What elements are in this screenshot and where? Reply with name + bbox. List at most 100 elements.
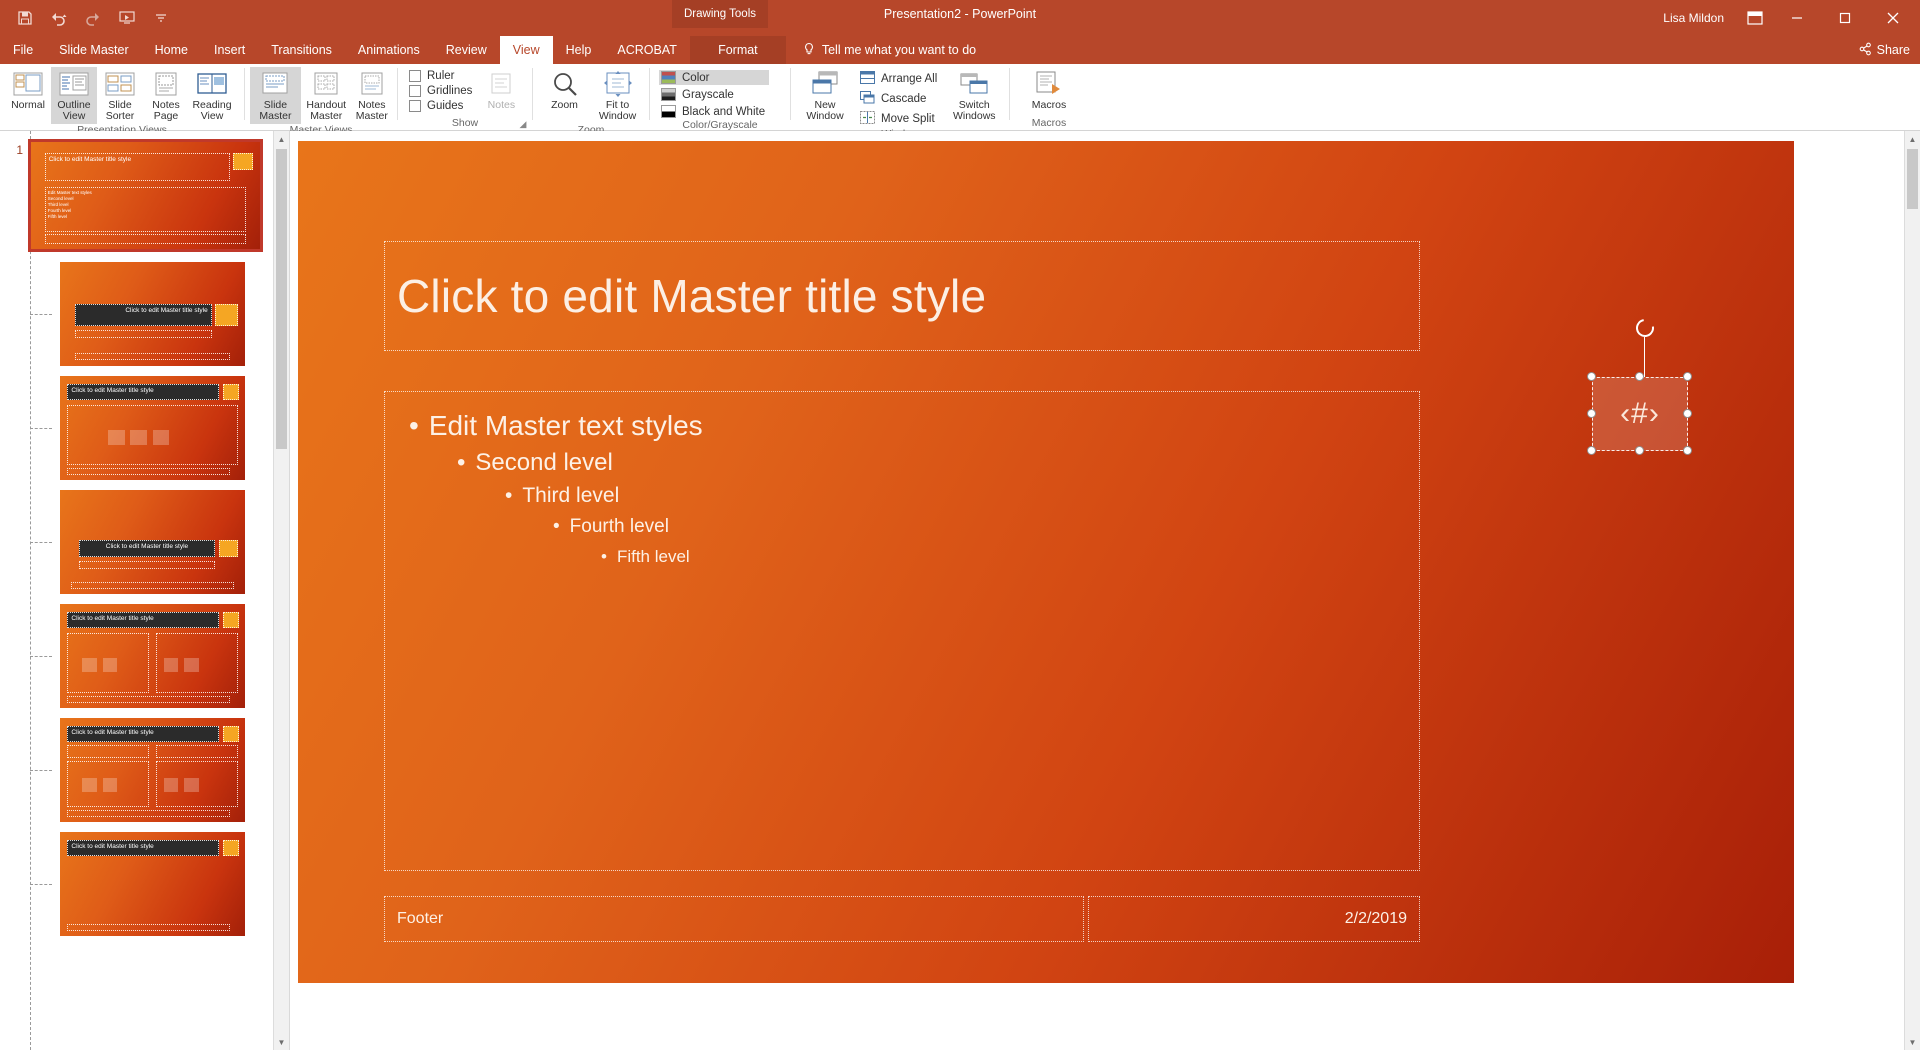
thumbnail-row-layout-3[interactable]: Click to edit Master title style bbox=[0, 490, 273, 594]
slide-thumbnail-pane[interactable]: 1 Click to edit Master title style Edit … bbox=[0, 131, 290, 1050]
slide-master-icon bbox=[260, 69, 290, 99]
tab-insert[interactable]: Insert bbox=[201, 36, 258, 64]
resize-handle-bottom-left[interactable] bbox=[1587, 446, 1596, 455]
start-from-beginning-icon[interactable] bbox=[112, 3, 142, 33]
save-icon[interactable] bbox=[10, 3, 40, 33]
thumbnail-layout-title-slide[interactable]: Click to edit Master title style bbox=[60, 262, 245, 366]
tab-slide-master[interactable]: Slide Master bbox=[46, 36, 141, 64]
resize-handle-middle-right[interactable] bbox=[1683, 409, 1692, 418]
move-split-icon bbox=[860, 111, 875, 127]
resize-handle-bottom-center[interactable] bbox=[1635, 446, 1644, 455]
canvas-scroll-down-icon[interactable]: ▼ bbox=[1905, 1034, 1920, 1050]
undo-icon[interactable] bbox=[44, 3, 74, 33]
customize-quick-access-toolbar-icon[interactable] bbox=[146, 3, 176, 33]
thumbnail-scrollbar-thumb[interactable] bbox=[276, 149, 287, 449]
ruler-checkbox-row[interactable]: Ruler bbox=[409, 70, 472, 82]
resize-handle-top-right[interactable] bbox=[1683, 372, 1692, 381]
canvas-scrollbar[interactable]: ▲ ▼ bbox=[1904, 131, 1920, 1050]
footer-placeholder[interactable]: Footer bbox=[384, 896, 1084, 942]
ruler-checkbox[interactable] bbox=[409, 70, 421, 82]
notes-master-button[interactable]: Notes Master bbox=[352, 67, 392, 124]
canvas-scroll-up-icon[interactable]: ▲ bbox=[1905, 131, 1920, 147]
slide-master-button[interactable]: Slide Master bbox=[250, 67, 301, 124]
body-level-3-text: Third level bbox=[522, 484, 620, 507]
normal-view-label-1: Normal bbox=[11, 99, 45, 111]
restore-button[interactable] bbox=[1822, 1, 1868, 35]
color-mode-color[interactable]: Color bbox=[659, 70, 770, 85]
guides-checkbox-row[interactable]: Guides bbox=[409, 100, 472, 112]
tab-review[interactable]: Review bbox=[433, 36, 500, 64]
ribbon-display-options-icon[interactable] bbox=[1738, 1, 1772, 35]
thumbnail-scrollbar[interactable]: ▲ ▼ bbox=[273, 131, 289, 1050]
handout-master-button[interactable]: Handout Master bbox=[301, 67, 352, 124]
gridlines-checkbox-row[interactable]: Gridlines bbox=[409, 85, 472, 97]
cascade-item[interactable]: Cascade bbox=[858, 90, 941, 108]
minimize-button[interactable] bbox=[1774, 1, 1820, 35]
tab-file[interactable]: File bbox=[0, 36, 46, 64]
thumbnail-layout-comparison[interactable]: Click to edit Master title style bbox=[60, 718, 245, 822]
bullet-icon-2: • bbox=[457, 449, 466, 476]
tab-format[interactable]: Format bbox=[689, 36, 786, 64]
fit-to-window-icon bbox=[603, 69, 633, 99]
thumbnail-layout-section-header[interactable]: Click to edit Master title style bbox=[60, 490, 245, 594]
move-split-item[interactable]: Move Split bbox=[858, 110, 941, 128]
tab-transitions[interactable]: Transitions bbox=[258, 36, 345, 64]
canvas-scrollbar-thumb[interactable] bbox=[1907, 149, 1918, 209]
rotate-handle-icon[interactable] bbox=[1632, 315, 1658, 341]
tell-me-box[interactable]: Tell me what you want to do bbox=[786, 36, 976, 64]
rotate-handle-stem bbox=[1644, 337, 1645, 377]
tab-acrobat[interactable]: ACROBAT bbox=[604, 36, 690, 64]
thumbnail-row-layout-5[interactable]: Click to edit Master title style bbox=[0, 718, 273, 822]
thumbnail-row-layout-2[interactable]: Click to edit Master title style bbox=[0, 376, 273, 480]
switch-windows-button[interactable]: Switch Windows bbox=[945, 67, 1003, 124]
tab-view[interactable]: View bbox=[499, 36, 553, 64]
thumbnail-row-layout-4[interactable]: Click to edit Master title style bbox=[0, 604, 273, 708]
new-window-button[interactable]: New Window bbox=[796, 67, 854, 124]
slide-canvas-pane[interactable]: Click to edit Master title style • Edit … bbox=[290, 131, 1920, 1050]
tab-home[interactable]: Home bbox=[142, 36, 201, 64]
layout4-chart-c bbox=[163, 658, 179, 672]
resize-handle-middle-left[interactable] bbox=[1587, 409, 1596, 418]
reading-view-button[interactable]: Reading View bbox=[189, 67, 235, 124]
thumbnail-scroll-up-icon[interactable]: ▲ bbox=[274, 131, 289, 147]
date-placeholder[interactable]: 2/2/2019 bbox=[1088, 896, 1420, 942]
macros-button[interactable]: Macros bbox=[1020, 67, 1078, 113]
lightbulb-icon bbox=[802, 42, 816, 59]
thumbnail-slide-master[interactable]: Click to edit Master title style Edit Ma… bbox=[28, 139, 263, 252]
normal-view-button[interactable]: Normal bbox=[5, 67, 51, 113]
color-mode-black-and-white[interactable]: Black and White bbox=[659, 104, 769, 119]
layout3-title-ph: Click to edit Master title style bbox=[78, 539, 216, 557]
gridlines-checkbox[interactable] bbox=[409, 85, 421, 97]
resize-handle-top-left[interactable] bbox=[1587, 372, 1596, 381]
color-mode-grayscale[interactable]: Grayscale bbox=[659, 87, 769, 102]
connector-branch-3 bbox=[30, 542, 52, 543]
outline-view-button[interactable]: Outline View bbox=[51, 67, 97, 124]
thumbnail-layout-title-only[interactable]: Click to edit Master title style bbox=[60, 832, 245, 936]
guides-checkbox[interactable] bbox=[409, 100, 421, 112]
tab-animations[interactable]: Animations bbox=[345, 36, 433, 64]
thumbnail-layout-title-content[interactable]: Click to edit Master title style bbox=[60, 376, 245, 480]
resize-handle-bottom-right[interactable] bbox=[1683, 446, 1692, 455]
body-placeholder[interactable]: • Edit Master text styles • Second level… bbox=[384, 391, 1420, 871]
share-button[interactable]: Share bbox=[1858, 36, 1910, 64]
zoom-button[interactable]: Zoom bbox=[538, 67, 591, 113]
resize-handle-top-center[interactable] bbox=[1635, 372, 1644, 381]
thumbnail-scroll-down-icon[interactable]: ▼ bbox=[274, 1034, 289, 1050]
arrange-all-item[interactable]: Arrange All bbox=[858, 70, 941, 88]
thumbnail-row-layout-1[interactable]: Click to edit Master title style bbox=[0, 262, 273, 366]
thumbnail-row-layout-6[interactable]: Click to edit Master title style bbox=[0, 832, 273, 936]
title-placeholder[interactable]: Click to edit Master title style bbox=[384, 241, 1420, 351]
slide-number-placeholder[interactable]: ‹#› bbox=[1592, 377, 1688, 451]
slide-sorter-button[interactable]: Slide Sorter bbox=[97, 67, 143, 124]
reading-view-icon bbox=[197, 69, 227, 99]
notes-page-button[interactable]: Notes Page bbox=[143, 67, 189, 124]
tab-help[interactable]: Help bbox=[553, 36, 605, 64]
slide-master-canvas[interactable]: Click to edit Master title style • Edit … bbox=[298, 141, 1794, 983]
show-dialog-launcher-icon[interactable]: ◢ bbox=[517, 118, 529, 130]
fit-to-window-button[interactable]: Fit to Window bbox=[591, 67, 644, 124]
thumbnail-row-master[interactable]: 1 Click to edit Master title style Edit … bbox=[0, 139, 273, 252]
thumbnail-layout-two-content[interactable]: Click to edit Master title style bbox=[60, 604, 245, 708]
redo-icon[interactable] bbox=[78, 3, 108, 33]
body-level-5: • Fifth level bbox=[601, 547, 1401, 567]
close-button[interactable] bbox=[1870, 1, 1916, 35]
